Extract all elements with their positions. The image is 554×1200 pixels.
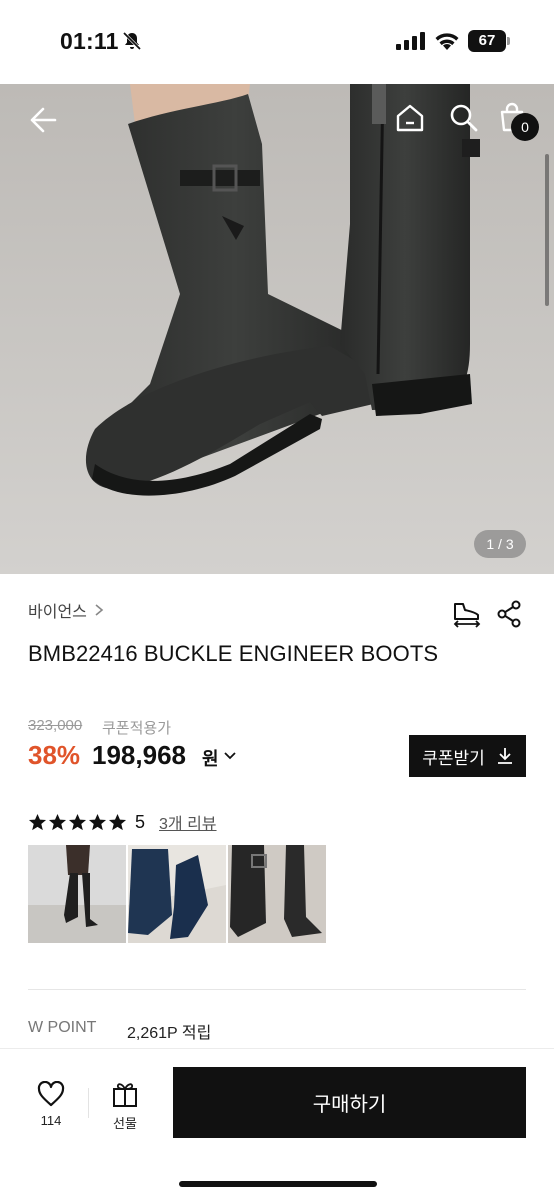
signal-icon (396, 32, 425, 50)
rating-row: 5 3개 리뷰 (28, 810, 217, 834)
battery-tip (507, 37, 510, 45)
star-icon (68, 813, 87, 830)
review-photo (128, 845, 226, 943)
share-icon[interactable] (496, 600, 522, 628)
status-time: 01:11 (60, 28, 119, 54)
download-icon (497, 748, 512, 764)
review-photo (228, 845, 326, 943)
product-photo (0, 84, 554, 574)
back-arrow-icon[interactable] (26, 104, 58, 136)
star-icon (108, 813, 127, 830)
home-icon[interactable] (394, 102, 426, 134)
product-title: BMB22416 BUCKLE ENGINEER BOOTS (28, 641, 439, 666)
original-price: 323,000 (28, 717, 83, 734)
brand-link[interactable]: 바이언스 (28, 598, 105, 622)
battery-icon: 67 (468, 30, 510, 52)
review-thumbnail[interactable] (128, 845, 226, 943)
sale-price: 198,968 (92, 740, 186, 770)
product-image-carousel[interactable]: 0 1 / 3 (0, 84, 554, 574)
brand-name: 바이언스 (28, 604, 87, 621)
like-count: 114 (40, 1113, 62, 1128)
coupon-price-label: 쿠폰적용가 (102, 720, 172, 737)
point-label: W POINT (28, 1019, 97, 1036)
currency-unit: 원 (202, 749, 219, 769)
star-icon (48, 813, 67, 830)
section-divider (28, 989, 526, 990)
gift-icon[interactable] (112, 1080, 138, 1108)
get-coupon-button[interactable]: 쿠폰받기 (409, 735, 526, 777)
rating-score: 5 (135, 811, 146, 832)
buy-button[interactable]: 구매하기 (173, 1067, 526, 1138)
chevron-right-icon (95, 604, 104, 616)
review-thumbnail[interactable] (228, 845, 326, 943)
shoe-size-icon[interactable] (451, 598, 483, 630)
gift-label: 선물 (113, 1116, 137, 1131)
discount-rate: 38% (28, 740, 81, 770)
star-icon (88, 813, 107, 830)
image-page-indicator: 1 / 3 (474, 530, 526, 558)
wifi-icon (435, 33, 459, 50)
cart-count-badge: 0 (511, 113, 539, 141)
search-icon[interactable] (448, 102, 480, 134)
review-count-link[interactable]: 3개 리뷰 (159, 810, 217, 834)
star-icon (28, 813, 47, 830)
coupon-button-label: 쿠폰받기 (422, 748, 485, 768)
review-thumbnails (28, 845, 326, 943)
status-bar: 01:11 67 (0, 0, 554, 84)
heart-icon[interactable] (37, 1081, 65, 1107)
battery-level: 67 (468, 30, 506, 52)
home-indicator (179, 1181, 377, 1187)
review-thumbnail[interactable] (28, 845, 126, 943)
point-value: 2,261P 적립 (127, 1025, 212, 1042)
scroll-indicator (545, 154, 549, 306)
star-rating (28, 813, 127, 832)
review-photo (28, 845, 126, 943)
bell-slash-icon (122, 31, 142, 51)
bottom-bar-separator (88, 1088, 89, 1118)
chevron-down-icon[interactable] (223, 749, 237, 763)
